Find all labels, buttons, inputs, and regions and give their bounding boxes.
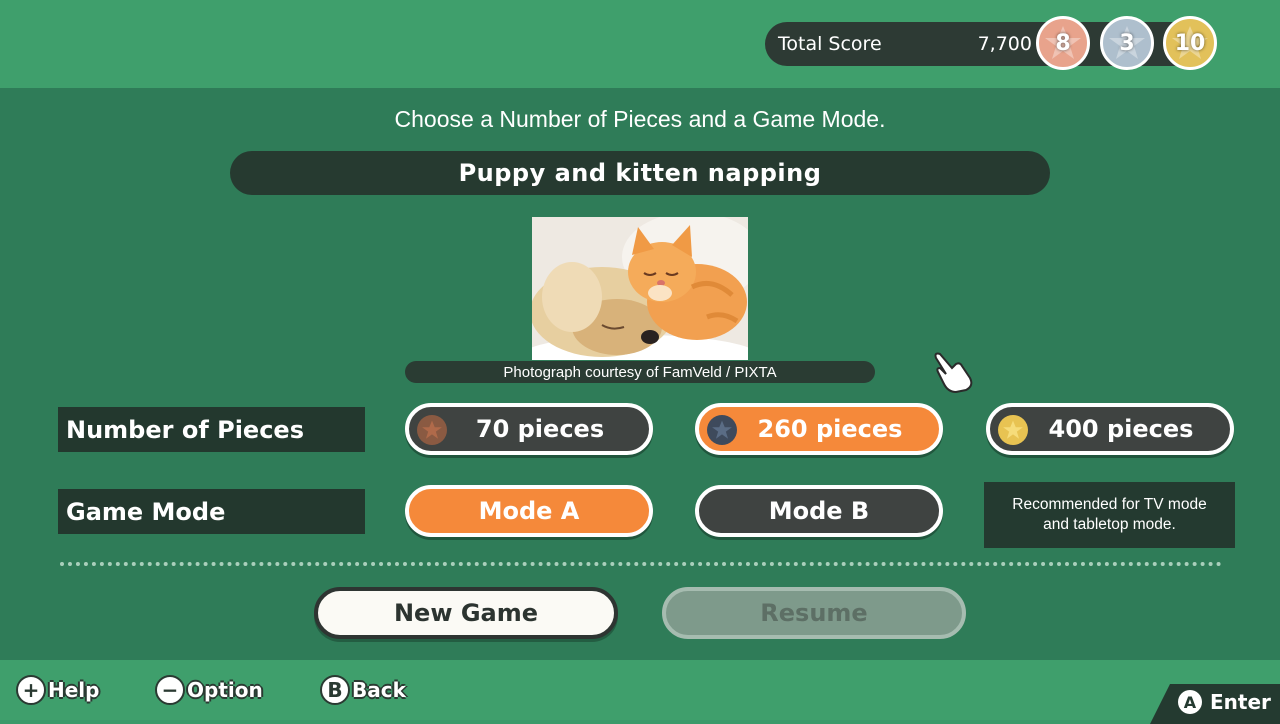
- plus-button-icon: +: [16, 675, 46, 705]
- pieces-option-260[interactable]: 260 pieces: [695, 403, 943, 455]
- mode-hint-line: and tabletop mode.: [1043, 516, 1176, 533]
- instruction-text: Choose a Number of Pieces and a Game Mod…: [394, 106, 886, 132]
- gold-star-medal-icon: 10: [1163, 16, 1217, 70]
- bronze-coin-icon: [417, 415, 447, 445]
- mode-option-label: Mode A: [478, 497, 580, 525]
- photo-credit: Photograph courtesy of FamVeld / PIXTA: [405, 361, 875, 383]
- silver-medal-count: 3: [1119, 30, 1135, 56]
- b-button-icon: B: [320, 675, 350, 705]
- help-label: Help: [48, 678, 100, 702]
- pieces-option-label: 70 pieces: [475, 415, 605, 443]
- mode-hint: Recommended for TV mode and tabletop mod…: [984, 482, 1235, 548]
- pieces-option-label: 260 pieces: [757, 415, 903, 443]
- bronze-medal-count: 8: [1055, 30, 1071, 56]
- mode-b-button[interactable]: Mode B: [695, 485, 943, 537]
- gold-medal-count: 10: [1174, 30, 1206, 56]
- pieces-option-400[interactable]: 400 pieces: [986, 403, 1234, 455]
- back-label: Back: [352, 678, 406, 702]
- mode-a-button[interactable]: Mode A: [405, 485, 653, 537]
- total-score-value: 7,700: [977, 33, 1032, 55]
- option-label: Option: [187, 678, 263, 702]
- minus-button-icon: −: [155, 675, 185, 705]
- puzzle-title: Puppy and kitten napping: [230, 151, 1050, 195]
- new-game-button[interactable]: New Game: [314, 587, 618, 639]
- option-control[interactable]: − Option: [155, 672, 263, 708]
- pieces-option-label: 400 pieces: [1048, 415, 1194, 443]
- divider: [60, 562, 1222, 566]
- number-of-pieces-label: Number of Pieces: [58, 407, 365, 452]
- silver-coin-icon: [707, 415, 737, 445]
- total-score-label: Total Score: [778, 33, 882, 55]
- pieces-option-70[interactable]: 70 pieces: [405, 403, 653, 455]
- gold-coin-icon: [998, 415, 1028, 445]
- enter-label: Enter: [1210, 690, 1271, 714]
- enter-control[interactable]: A Enter: [1178, 688, 1271, 716]
- bronze-star-medal-icon: 8: [1036, 16, 1090, 70]
- mode-option-label: Mode B: [768, 497, 870, 525]
- help-control[interactable]: + Help: [16, 672, 99, 708]
- pointer-hand-icon: [930, 348, 978, 400]
- game-mode-label: Game Mode: [58, 489, 365, 534]
- resume-button[interactable]: Resume: [662, 587, 966, 639]
- back-control[interactable]: B Back: [320, 672, 406, 708]
- mode-hint-line: Recommended for TV mode: [1012, 496, 1207, 513]
- puppy-kitten-photo: [532, 217, 748, 360]
- a-button-icon: A: [1178, 690, 1202, 714]
- silver-star-medal-icon: 3: [1100, 16, 1154, 70]
